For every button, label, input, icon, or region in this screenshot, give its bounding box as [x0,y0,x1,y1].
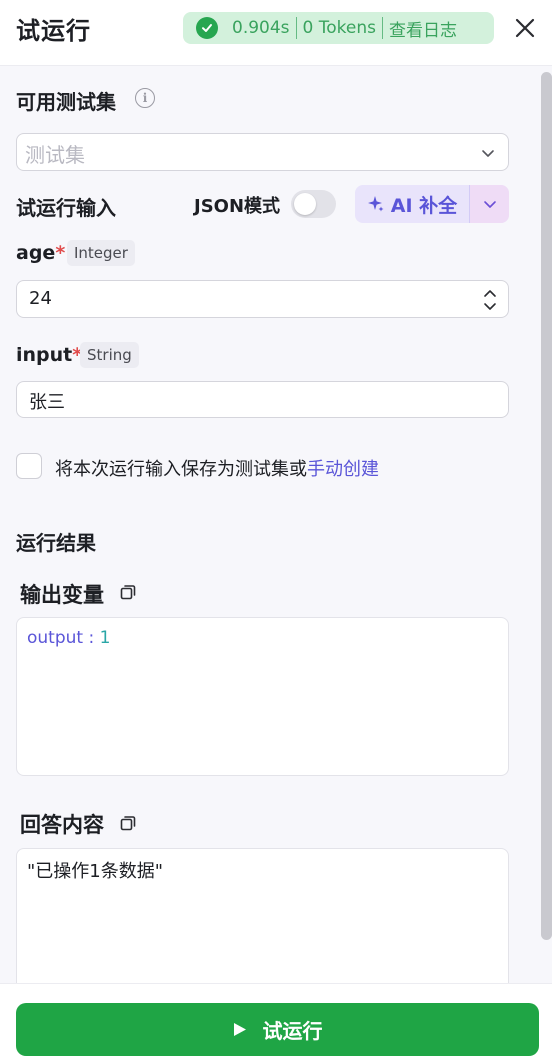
age-input[interactable]: 24 [16,280,509,318]
header: 试运行 0.904s 0 Tokens 查看日志 [0,0,552,66]
output-variables-label: 输出变量 [20,583,104,607]
close-icon[interactable] [514,17,536,39]
ai-complete-button-group: AI 补全 [355,185,509,223]
output-variables-box: output : 1 [16,617,509,776]
test-set-placeholder: 测试集 [25,143,85,167]
run-input-label: 试运行输入 [16,196,116,220]
check-circle-icon [196,17,218,39]
test-set-select[interactable]: 测试集 [16,133,509,171]
output-key: output [27,628,84,648]
token-count: 0 Tokens [302,18,376,38]
copy-icon[interactable] [120,584,136,600]
required-mark: * [55,242,66,264]
manual-create-link[interactable]: 手动创建 [307,459,379,480]
field-name-text: age [16,242,56,264]
pill-divider [381,17,383,39]
save-option-label: 将本次运行输入保存为测试集或 [55,459,307,480]
field-name-text: input [16,344,73,366]
ai-complete-label: AI 补全 [390,194,458,217]
info-icon[interactable]: i [135,88,155,108]
save-as-testset-checkbox[interactable] [16,453,42,479]
sparkle-icon [367,196,384,212]
pill-divider [295,17,297,39]
output-value: 1 [99,628,111,648]
run-duration: 0.904s [232,18,290,38]
run-button[interactable]: 试运行 [16,1003,539,1056]
json-mode-toggle[interactable] [291,190,336,218]
run-button-label: 试运行 [262,1019,323,1043]
run-status-pill: 0.904s 0 Tokens 查看日志 [183,12,494,44]
chevron-down-icon [482,150,494,157]
type-tag-string: String [80,342,139,368]
scrollbar[interactable] [541,72,552,940]
output-variable-row: output : 1 [27,628,110,648]
panel-title: 试运行 [16,17,91,45]
test-run-panel: 试运行 0.904s 0 Tokens 查看日志 可用测试集 i 测试集 试运行… [0,0,552,1058]
view-log-link[interactable]: 查看日志 [389,16,457,41]
answer-content-label: 回答内容 [20,813,104,837]
answer-content-text: "已操作1条数据" [27,861,164,882]
play-icon [233,1023,246,1036]
field-label-input: input* [16,344,82,366]
name-input[interactable]: 张三 [16,381,509,418]
test-set-label: 可用测试集 [16,90,116,114]
type-tag-integer: Integer [67,240,135,266]
field-label-age: age* [16,242,65,264]
run-result-title: 运行结果 [16,531,96,555]
save-as-testset-text: 将本次运行输入保存为测试集或手动创建 [55,455,379,481]
output-separator: : [83,628,100,648]
number-stepper-icon[interactable] [483,286,497,314]
ai-complete-button[interactable]: AI 补全 [355,185,469,223]
toggle-knob [294,193,316,215]
copy-icon[interactable] [120,815,136,831]
age-value: 24 [29,288,52,309]
ai-options-dropdown[interactable] [469,185,509,223]
footer: 试运行 [0,983,552,1058]
chevron-down-icon [483,201,496,208]
name-value: 张三 [29,392,65,413]
json-mode-label: JSON模式 [194,196,281,217]
